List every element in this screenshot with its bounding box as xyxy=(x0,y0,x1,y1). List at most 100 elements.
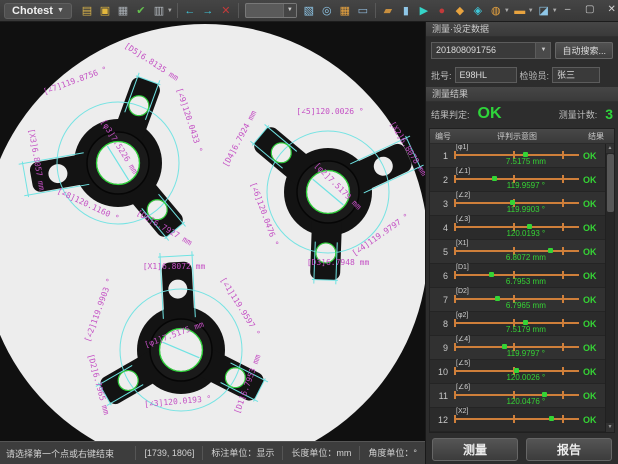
measurement-panel: 测量·设定数据 201808091756 ▼ 自动搜索... 批号: E98HL… xyxy=(425,22,618,464)
open-folder-icon[interactable]: ▣ xyxy=(97,3,113,19)
result-status: OK xyxy=(583,216,605,239)
dataset-dropdown[interactable]: 201808091756 ▼ xyxy=(431,42,551,59)
measurement-canvas[interactable]: [∠7]119.8756 °[D5]6.8135 mm[∠9]120.0433 … xyxy=(0,22,425,441)
video-camera-icon[interactable]: ▰ xyxy=(380,3,396,19)
measured-marker xyxy=(549,416,554,421)
window-controls: –▢ ✕ xyxy=(559,3,618,18)
tolerance-bar: [φ2]7.5179 mm xyxy=(454,312,579,335)
calibrate-icon[interactable]: ✔ xyxy=(133,3,149,19)
display-icon[interactable]: ◪ xyxy=(536,3,552,19)
result-status: OK xyxy=(583,264,605,287)
magnification-combo[interactable]: ▼ xyxy=(245,3,297,18)
inspector-label: 检验员: xyxy=(520,69,550,82)
result-row[interactable]: 9[∠4]119.9797 °OK xyxy=(430,336,605,360)
undo-arrow-icon[interactable]: ← xyxy=(182,3,198,19)
inspector-field[interactable]: 张三 xyxy=(552,67,600,83)
status-hint: 请选择第一个点或右键结束 xyxy=(0,447,135,460)
measured-value: 7.5179 mm xyxy=(473,325,579,334)
feature-label: [∠5] xyxy=(456,360,470,368)
chevron-down-icon[interactable]: ▼ xyxy=(552,8,558,14)
result-row[interactable]: 8[φ2]7.5179 mmOK xyxy=(430,312,605,336)
export-icon[interactable]: ◈ xyxy=(470,3,486,19)
delete-icon[interactable]: ✕ xyxy=(218,3,234,19)
toolbar-divider xyxy=(177,3,178,18)
report-button[interactable]: 报告 xyxy=(526,438,612,461)
tolerance-line xyxy=(454,178,579,180)
result-row[interactable]: 11[∠6]120.0476 °OK xyxy=(430,384,605,408)
batch-field[interactable]: E98HL xyxy=(455,67,517,83)
vertical-scrollbar[interactable]: ▲ ▼ xyxy=(605,144,614,432)
toolbar-divider xyxy=(238,3,239,18)
dimension-label: [∠5]120.0026 ° xyxy=(296,107,363,116)
app-menu-button[interactable]: Chotest ▼ xyxy=(4,3,72,19)
circle-tool-icon[interactable]: ◍ xyxy=(488,3,504,19)
measured-value: 119.9903 ° xyxy=(473,205,579,214)
play-icon[interactable]: ▶ xyxy=(416,3,432,19)
image-icon[interactable]: ▧ xyxy=(301,3,317,19)
feature-label: [∠1] xyxy=(456,168,470,176)
count-value: 3 xyxy=(605,106,613,122)
scrollbar-thumb[interactable] xyxy=(607,154,614,212)
tolerance-line xyxy=(454,346,579,348)
result-row[interactable]: 6[D1]6.7953 mmOK xyxy=(430,264,605,288)
status-bar: 请选择第一个点或右键结束 [1739, 1806] 标注单位：显示 长度单位：m… xyxy=(0,441,425,464)
tolerance-bar: [∠2]119.9903 ° xyxy=(454,192,579,215)
result-status: OK xyxy=(583,168,605,191)
measured-value: 120.0193 ° xyxy=(473,229,579,238)
tolerance-line xyxy=(454,418,579,420)
results-table: 编号 评判示意图 结果 1[φ1]7.5175 mmOK2[∠1]119.959… xyxy=(429,128,615,433)
result-row[interactable]: 5[X1]6.8072 mmOK xyxy=(430,240,605,264)
feature-label: [φ1] xyxy=(456,144,468,152)
result-row[interactable]: 10[∠5]120.0026 °OK xyxy=(430,360,605,384)
save-as-icon[interactable]: ▥ xyxy=(151,3,167,19)
row-number: 9 xyxy=(430,336,448,359)
chevron-down-icon[interactable]: ▼ xyxy=(535,43,550,58)
tolerance-line xyxy=(454,154,579,156)
close-button[interactable]: ✕ xyxy=(603,3,618,18)
row-number: 10 xyxy=(430,360,448,383)
chevron-down-icon[interactable]: ▼ xyxy=(167,8,173,14)
camera-icon[interactable]: ▮ xyxy=(398,3,414,19)
scroll-down-icon[interactable]: ▼ xyxy=(606,423,614,432)
chevron-down-icon[interactable]: ▼ xyxy=(283,4,296,17)
redo-arrow-icon[interactable]: → xyxy=(200,3,216,19)
monitor-icon[interactable]: ▭ xyxy=(355,3,371,19)
header-number: 编号 xyxy=(430,129,456,143)
feature-label: [D1] xyxy=(456,264,469,272)
length-unit: 长度单位：mm xyxy=(282,446,359,460)
maximize-button[interactable]: ▢ xyxy=(581,3,599,18)
record-icon[interactable]: ● xyxy=(434,3,450,19)
layers-icon[interactable]: ▬ xyxy=(512,3,528,19)
count-label: 测量计数: xyxy=(559,108,598,121)
feature-label: [∠6] xyxy=(456,384,470,392)
dimension-label: [X1]6.8072 mm xyxy=(143,262,206,271)
zoom-icon[interactable]: ◎ xyxy=(319,3,335,19)
chevron-down-icon[interactable]: ▼ xyxy=(504,8,510,14)
result-row[interactable]: 3[∠2]119.9903 °OK xyxy=(430,192,605,216)
result-row[interactable]: 1[φ1]7.5175 mmOK xyxy=(430,144,605,168)
result-row[interactable]: 2[∠1]119.9597 °OK xyxy=(430,168,605,192)
thumbs-up-icon[interactable]: ◆ xyxy=(452,3,468,19)
measured-value: 6.8072 mm xyxy=(473,253,579,262)
chevron-down-icon[interactable]: ▼ xyxy=(528,8,534,14)
scroll-up-icon[interactable]: ▲ xyxy=(606,144,614,153)
result-row[interactable]: 12[X2]OK xyxy=(430,408,605,432)
section-header-data: 测量·设定数据 xyxy=(426,22,618,37)
tolerance-line xyxy=(454,226,579,228)
auto-search-button[interactable]: 自动搜索... xyxy=(555,42,613,59)
tolerance-bar: [D2]6.7965 mm xyxy=(454,288,579,311)
minimize-button[interactable]: – xyxy=(559,3,577,18)
row-number: 7 xyxy=(430,288,448,311)
measured-value: 7.5175 mm xyxy=(473,157,579,166)
tolerance-bar: [∠6]120.0476 ° xyxy=(454,384,579,407)
grid-icon[interactable]: ▦ xyxy=(337,3,353,19)
result-row[interactable]: 4[∠3]120.0193 °OK xyxy=(430,216,605,240)
measure-button[interactable]: 测量 xyxy=(432,438,518,461)
measured-value: 120.0476 ° xyxy=(473,397,579,406)
row-number: 6 xyxy=(430,264,448,287)
main-toolbar: Chotest ▼ ▤▣▦✔▥▼←→✕▼▧◎▦▭▰▮▶●◆◈◍▼▬▼◪▼ –▢✕ xyxy=(0,0,618,22)
tolerance-line xyxy=(454,370,579,372)
result-row[interactable]: 7[D2]6.7965 mmOK xyxy=(430,288,605,312)
save-icon[interactable]: ▦ xyxy=(115,3,131,19)
new-document-icon[interactable]: ▤ xyxy=(79,3,95,19)
